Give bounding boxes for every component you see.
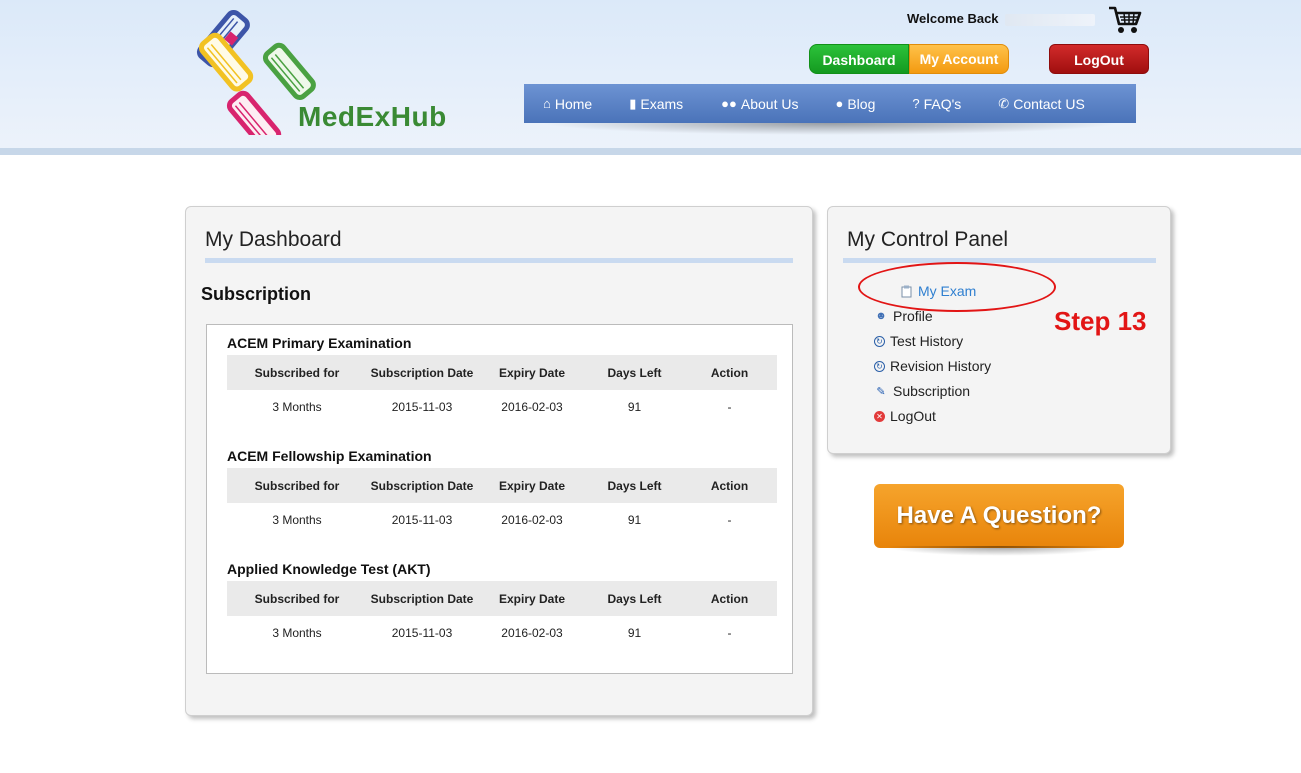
nav-home[interactable]: ⌂ Home	[543, 84, 592, 123]
home-icon: ⌂	[543, 96, 551, 111]
annotation-oval	[858, 262, 1056, 312]
expiry-date-cell: 2016-02-03	[501, 400, 563, 414]
edit-icon: ✎	[876, 385, 886, 398]
main-nav: ⌂ Home ▮ Exams ●● About Us ● Blog ? FAQ's ✆ Co…	[524, 84, 1136, 123]
dashboard-button[interactable]: Dashboard	[809, 44, 909, 74]
expiry-date-cell: 2016-02-03	[501, 626, 563, 640]
subscription-list: ACEM Primary Examination Subscribed for …	[206, 324, 793, 674]
table-header: Subscribed for Subscription Date Expiry …	[227, 355, 777, 390]
nav-blog[interactable]: ● Blog	[835, 84, 875, 123]
phone-icon: ✆	[998, 95, 1010, 111]
nav-shadow	[540, 123, 1120, 135]
column-header: Subscribed for	[254, 365, 340, 380]
days-left-cell: 91	[627, 513, 642, 527]
column-header: Action	[710, 478, 749, 493]
history-icon: ↻	[874, 360, 885, 372]
action-cell: -	[727, 513, 732, 527]
nav-faq[interactable]: ? FAQ's	[912, 84, 961, 123]
days-left-cell: 91	[627, 400, 642, 414]
expiry-date-cell: 2016-02-03	[501, 513, 563, 527]
welcome-text: Welcome Back	[907, 11, 1095, 26]
brand-name[interactable]: MedExHub	[298, 101, 447, 133]
column-header: Expiry Date	[498, 591, 566, 606]
question-button-shadow	[884, 546, 1116, 556]
subscribed-for-cell: 3 Months	[272, 626, 322, 640]
column-header: Days Left	[607, 591, 662, 606]
dashboard-panel: My Dashboard Subscription ACEM Primary E…	[185, 206, 813, 716]
exam-block: ACEM Primary Examination Subscribed for …	[227, 335, 777, 424]
subscribed-for-cell: 3 Months	[272, 513, 322, 527]
dashboard-title: My Dashboard	[205, 228, 342, 251]
column-header: Expiry Date	[498, 365, 566, 380]
column-header: Subscription Date	[370, 591, 474, 606]
logout-button[interactable]: LogOut	[1049, 44, 1149, 74]
my-account-button[interactable]: My Account	[909, 44, 1009, 74]
chat-icon: ●	[835, 96, 844, 111]
column-header: Subscription Date	[370, 365, 474, 380]
table-row: 3 Months 2015-11-03 2016-02-03 91 -	[227, 503, 777, 537]
exam-block: ACEM Fellowship Examination Subscribed f…	[227, 448, 777, 537]
table-header: Subscribed for Subscription Date Expiry …	[227, 581, 777, 616]
column-header: Expiry Date	[498, 478, 566, 493]
control-item-revision-history[interactable]: ↻ Revision History	[874, 358, 991, 374]
column-header: Action	[710, 591, 749, 606]
column-header: Subscribed for	[254, 591, 340, 606]
exam-title: ACEM Primary Examination	[227, 335, 412, 351]
exam-block: Applied Knowledge Test (AKT) Subscribed …	[227, 561, 777, 650]
header-divider	[0, 148, 1301, 155]
control-panel-title: My Control Panel	[847, 228, 1009, 251]
table-header: Subscribed for Subscription Date Expiry …	[227, 468, 777, 503]
site-header: MedExHub Welcome Back Dashboard My Accou…	[0, 0, 1301, 155]
table-row: 3 Months 2015-11-03 2016-02-03 91 -	[227, 616, 777, 650]
cart-icon[interactable]	[1108, 5, 1142, 35]
user-icon: ☻	[875, 310, 887, 322]
step-annotation: Step 13	[1054, 306, 1147, 336]
logout-icon: ✕	[874, 410, 885, 422]
column-header: Subscription Date	[370, 478, 474, 493]
subscription-date-cell: 2015-11-03	[391, 400, 453, 414]
control-item-logout[interactable]: ✕ LogOut	[874, 408, 936, 424]
have-a-question-button[interactable]: Have A Question?	[874, 484, 1124, 548]
history-icon: ↻	[874, 335, 885, 347]
action-cell: -	[727, 400, 732, 414]
users-icon: ●●	[721, 96, 737, 111]
subscribed-for-cell: 3 Months	[272, 400, 322, 414]
question-icon: ?	[912, 96, 920, 111]
control-panel-title-rule	[843, 258, 1156, 263]
dashboard-title-rule	[205, 258, 793, 263]
subscription-heading: Subscription	[201, 284, 312, 304]
control-item-test-history[interactable]: ↻ Test History	[874, 333, 963, 349]
nav-contact-us[interactable]: ✆ Contact US	[998, 84, 1085, 123]
book-icon: ▮	[629, 95, 637, 111]
subscription-date-cell: 2015-11-03	[391, 513, 453, 527]
welcome-label: Welcome Back	[907, 11, 999, 26]
nav-exams[interactable]: ▮ Exams	[629, 84, 683, 123]
control-item-subscription[interactable]: ✎ Subscription	[874, 383, 970, 399]
user-name	[1004, 13, 1095, 26]
column-header: Days Left	[607, 478, 662, 493]
exam-title: ACEM Fellowship Examination	[227, 448, 432, 464]
nav-about-us[interactable]: ●● About Us	[721, 84, 798, 123]
column-header: Days Left	[607, 365, 662, 380]
table-row: 3 Months 2015-11-03 2016-02-03 91 -	[227, 390, 777, 424]
column-header: Subscribed for	[254, 478, 340, 493]
column-header: Action	[710, 365, 749, 380]
days-left-cell: 91	[627, 626, 642, 640]
action-cell: -	[727, 626, 732, 640]
subscription-date-cell: 2015-11-03	[391, 626, 453, 640]
exam-title: Applied Knowledge Test (AKT)	[227, 561, 431, 577]
